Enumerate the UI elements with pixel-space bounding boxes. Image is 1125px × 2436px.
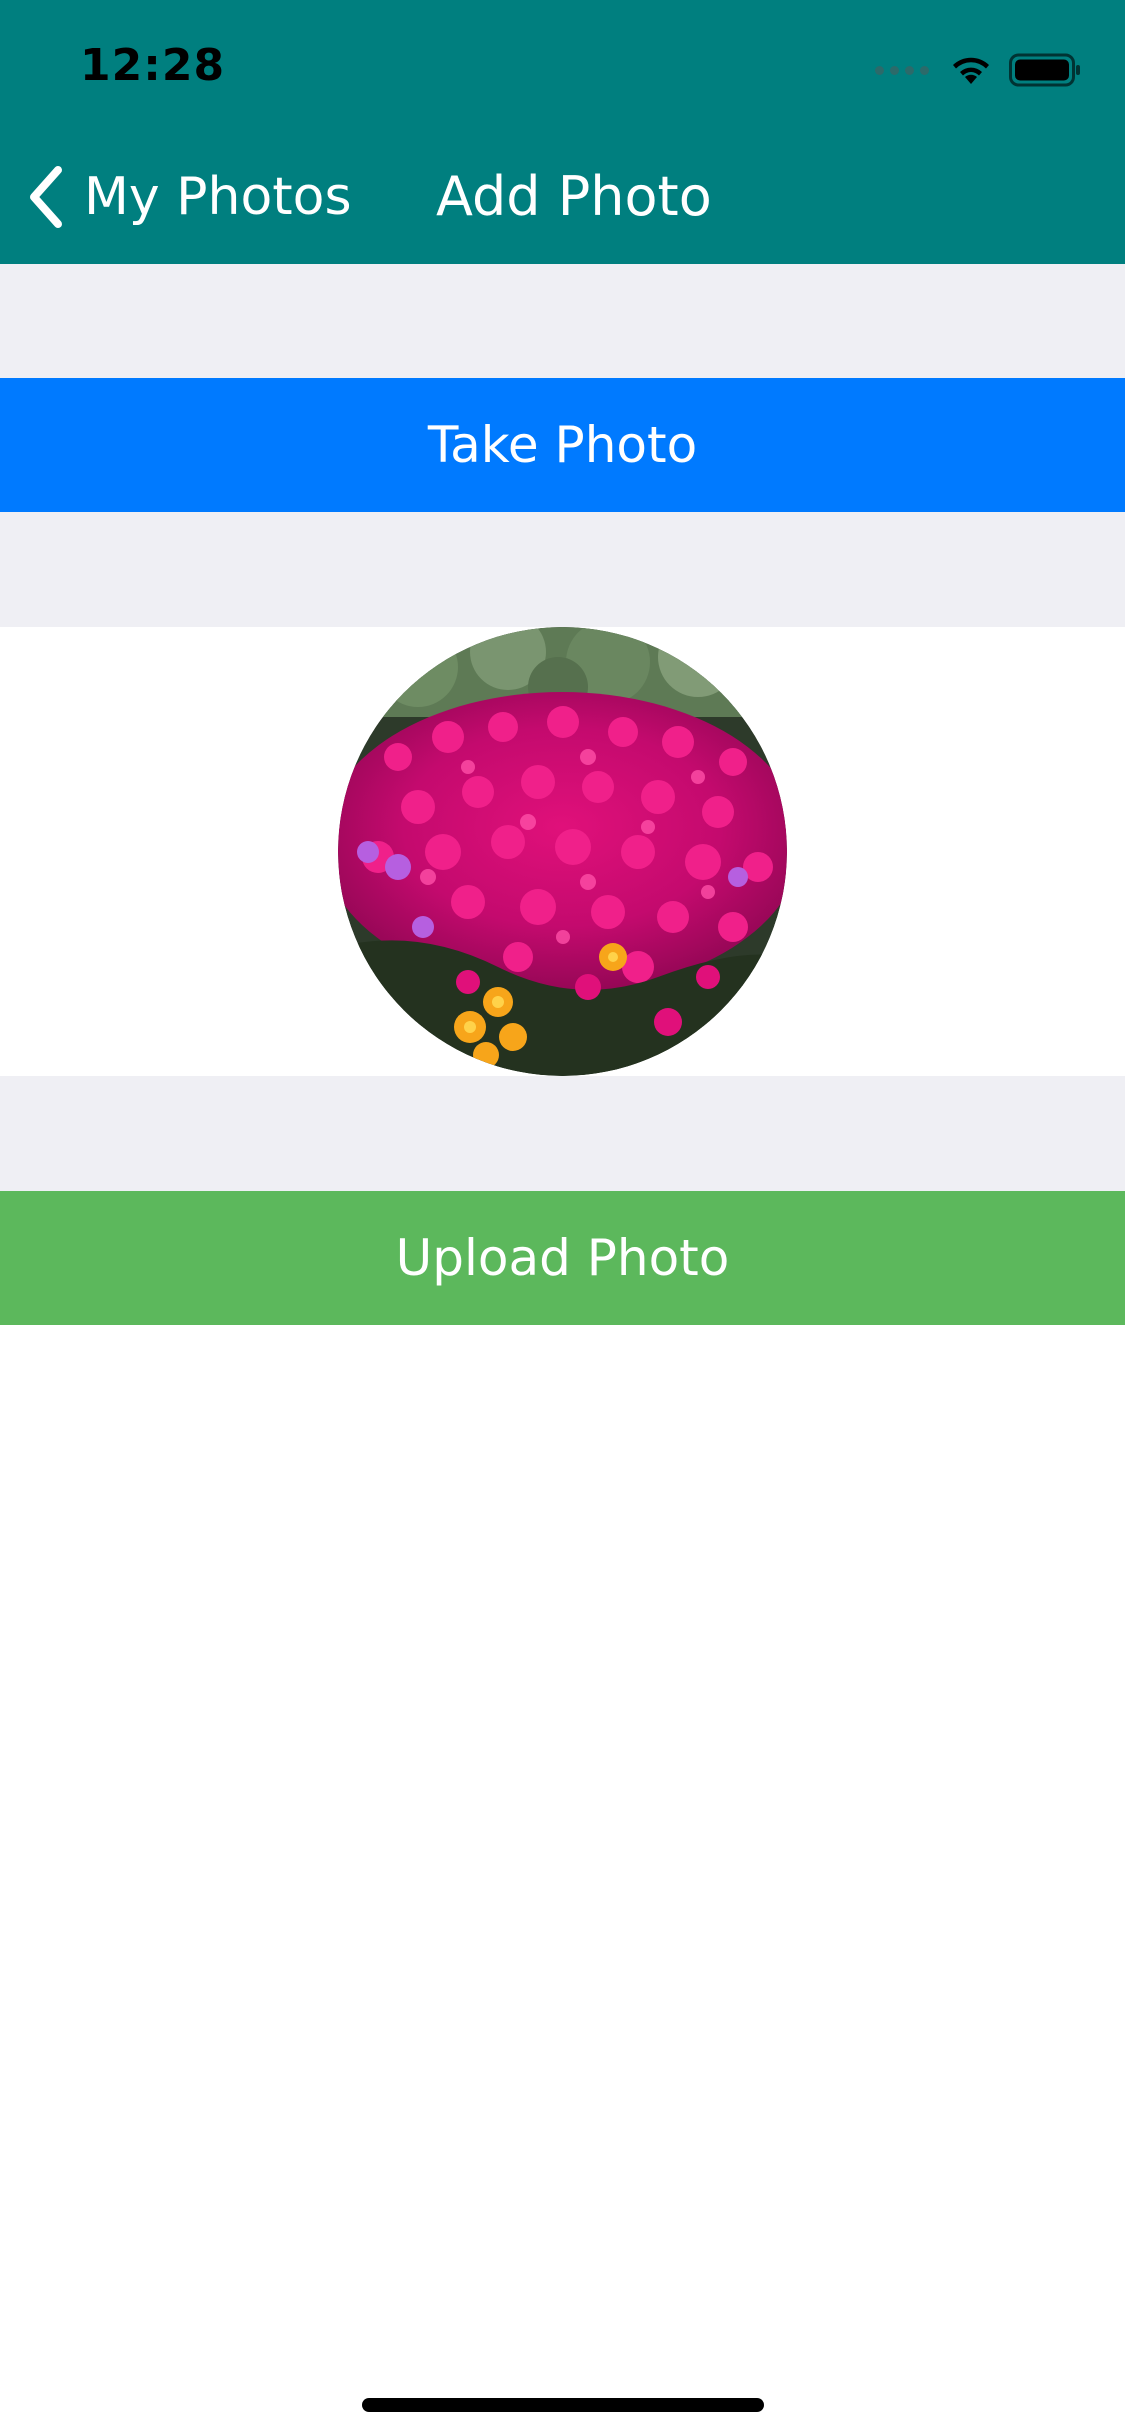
take-photo-label: Take Photo [427, 416, 698, 474]
navigation-header: 12:28 My Photos Add Photo [0, 0, 1125, 264]
upload-photo-button[interactable]: Upload Photo [0, 1191, 1125, 1325]
battery-icon [1009, 53, 1080, 87]
back-button-label: My Photos [84, 167, 352, 227]
cellular-signal-icon [875, 65, 929, 75]
section-spacer [0, 1076, 1125, 1191]
back-button[interactable]: My Photos [24, 162, 352, 232]
section-spacer [0, 264, 1125, 378]
upload-photo-label: Upload Photo [395, 1229, 730, 1287]
photo-preview-section [0, 627, 1125, 1076]
photo-preview-image [338, 627, 787, 1076]
section-spacer [0, 512, 1125, 627]
wifi-icon [953, 57, 989, 84]
home-indicator[interactable] [362, 2398, 764, 2412]
status-icons [875, 50, 1081, 90]
page-title: Add Photo [436, 165, 712, 228]
take-photo-button[interactable]: Take Photo [0, 378, 1125, 512]
status-time: 12:28 [80, 40, 226, 91]
chevron-left-icon [30, 166, 62, 228]
